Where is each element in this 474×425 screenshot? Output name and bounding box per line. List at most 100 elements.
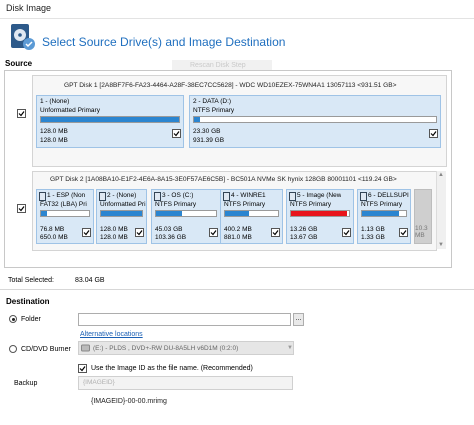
total-selected-value: 83.04 GB	[75, 277, 105, 284]
folder-path-input[interactable]	[78, 313, 291, 326]
partition-name: 2 - DATA (D:)	[193, 98, 232, 105]
partition-total: 13.67 GB	[290, 234, 318, 241]
partition-name: 2 - (None)	[107, 192, 137, 199]
divider	[0, 289, 474, 290]
backup-name-input[interactable]: {IMAGEID}	[78, 376, 293, 390]
browse-button[interactable]: ...	[293, 313, 304, 326]
partition-used: 128.0 MB	[40, 128, 68, 135]
partition-usage-bar	[155, 210, 217, 217]
partition-type: Unformatted Primary	[40, 107, 100, 114]
partition-total: 103.36 GB	[155, 234, 187, 241]
partition-total: 881.0 MB	[224, 234, 252, 241]
partition-total: 128.0 MB	[40, 137, 68, 144]
partition-usage-bar	[40, 210, 90, 217]
scroll-down-arrow[interactable]: ▼	[438, 242, 444, 248]
folder-radio[interactable]	[9, 315, 17, 323]
partition-used: 23.30 GB	[193, 128, 221, 135]
partition-checkbox[interactable]	[209, 228, 218, 237]
partition-name: 4 - WINRE1	[231, 192, 266, 199]
partition-used: 76.8 MB	[40, 226, 65, 233]
usage-fill	[41, 211, 47, 216]
partition-checkbox[interactable]	[342, 228, 351, 237]
partition-total: 650.0 MB	[40, 234, 68, 241]
cd-drive-value: (E:) - PLDS , DVD+-RW DU-8A5LH v6D1M (0:…	[93, 345, 239, 352]
window-title: Disk Image	[6, 3, 52, 13]
disk2-partition-6[interactable]: 6 - DELLSUPI NTFS Primary 1.13 GB 1.33 G…	[357, 189, 411, 244]
scroll-up-arrow[interactable]: ▲	[438, 172, 444, 178]
partition-type: NTFS Primary	[193, 107, 235, 114]
vertical-scrollbar[interactable]: ▲ ▼	[436, 171, 446, 249]
partition-usage-bar	[193, 116, 437, 123]
partition-type: Unformatted Pri	[100, 201, 146, 208]
dropdown-chevron-icon[interactable]: ▼	[287, 345, 293, 351]
disk1-partition-1[interactable]: 1 - (None) Unformatted Primary 128.0 MB …	[36, 95, 184, 148]
cd-dvd-radio[interactable]	[9, 345, 17, 353]
windows-drive-icon	[39, 192, 46, 201]
partition-type: NTFS Primary	[224, 201, 266, 208]
usage-fill	[291, 211, 348, 216]
disk2-unallocated: 10.3 MB	[414, 189, 432, 244]
partition-used: 1.13 GB	[361, 226, 385, 233]
disk2-partition-3[interactable]: 3 - OS (C:) NTFS Primary 45.03 GB 103.36…	[151, 189, 221, 244]
partition-total: 1.33 GB	[361, 234, 385, 241]
folder-label: Folder	[21, 316, 41, 323]
partition-total: 931.39 GB	[193, 137, 225, 144]
partition-usage-bar	[290, 210, 350, 217]
partition-used: 45.03 GB	[155, 226, 183, 233]
partition-usage-bar	[100, 210, 143, 217]
partition-checkbox[interactable]	[172, 129, 181, 138]
usage-fill	[225, 211, 249, 216]
disk2-partition-2[interactable]: 2 - (None) Unformatted Pri 128.0 MB 128.…	[96, 189, 147, 244]
usage-fill	[41, 117, 179, 122]
usage-fill	[101, 211, 142, 216]
partition-checkbox[interactable]	[429, 129, 438, 138]
partition-total: 128.0 MB	[100, 234, 128, 241]
windows-drive-icon	[360, 192, 367, 201]
backup-label: Backup	[14, 380, 38, 387]
disk2-partition-4[interactable]: 4 - WINRE1 NTFS Primary 400.2 MB 881.0 M…	[220, 189, 283, 244]
partition-usage-bar	[361, 210, 407, 217]
disk2-checkbox[interactable]	[17, 204, 26, 213]
optical-drive-icon	[81, 344, 90, 352]
partition-name: 3 - OS (C:)	[162, 192, 194, 199]
disk-image-icon	[8, 23, 36, 51]
partition-checkbox[interactable]	[399, 228, 408, 237]
use-image-id-checkbox[interactable]	[78, 364, 87, 373]
partition-type: NTFS Primary	[290, 201, 332, 208]
usage-fill	[194, 117, 201, 122]
partition-usage-bar	[224, 210, 279, 217]
disk2-partition-1[interactable]: 1 - ESP (Non FAT32 (LBA) Pri 76.8 MB 650…	[36, 189, 94, 244]
partition-type: NTFS Primary	[155, 201, 197, 208]
cd-drive-select[interactable]: (E:) - PLDS , DVD+-RW DU-8A5LH v6D1M (0:…	[78, 341, 294, 355]
disk1-checkbox[interactable]	[17, 109, 26, 118]
usage-fill	[362, 211, 400, 216]
partition-checkbox[interactable]	[135, 228, 144, 237]
source-label: Source	[5, 59, 33, 68]
windows-drive-icon	[289, 192, 296, 201]
use-image-id-label: Use the Image ID as the file name. (Reco…	[91, 365, 253, 372]
disk1-partition-2[interactable]: 2 - DATA (D:) NTFS Primary 23.30 GB 931.…	[189, 95, 441, 148]
page-title: Select Source Drive(s) and Image Destina…	[42, 35, 286, 49]
windows-drive-icon	[223, 192, 230, 201]
partition-type: FAT32 (LBA) Pri	[40, 201, 87, 208]
partition-name: 1 - (None)	[40, 98, 70, 105]
destination-label: Destination	[6, 297, 50, 306]
unallocated-size: 10.3 MB	[415, 225, 428, 239]
disk2-info: GPT Disk 2 [1A08BA10-E1F2-4E6A-8A15-3E0F…	[50, 176, 397, 183]
partition-name: 1 - ESP (Non	[47, 192, 86, 199]
partition-used: 128.0 MB	[100, 226, 128, 233]
disk1-info: GPT Disk 1 [2A8BF7F6-FA23-4464-A28F-38EC…	[64, 82, 397, 89]
total-selected-label: Total Selected:	[8, 277, 54, 284]
alternative-locations-link[interactable]: Alternative locations	[80, 331, 143, 338]
partition-name: 6 - DELLSUPI	[368, 192, 409, 199]
disk2-partition-5[interactable]: 5 - Image (New NTFS Primary 13.26 GB 13.…	[286, 189, 354, 244]
partition-name: 5 - Image (New	[297, 192, 342, 199]
partition-used: 13.26 GB	[290, 226, 318, 233]
windows-drive-icon	[99, 192, 106, 201]
usage-fill	[156, 211, 183, 216]
partition-checkbox[interactable]	[271, 228, 280, 237]
title-bar: Disk Image	[0, 0, 474, 19]
partition-usage-bar	[40, 116, 180, 123]
partition-checkbox[interactable]	[82, 228, 91, 237]
cd-dvd-label: CD/DVD Burner	[21, 346, 71, 353]
